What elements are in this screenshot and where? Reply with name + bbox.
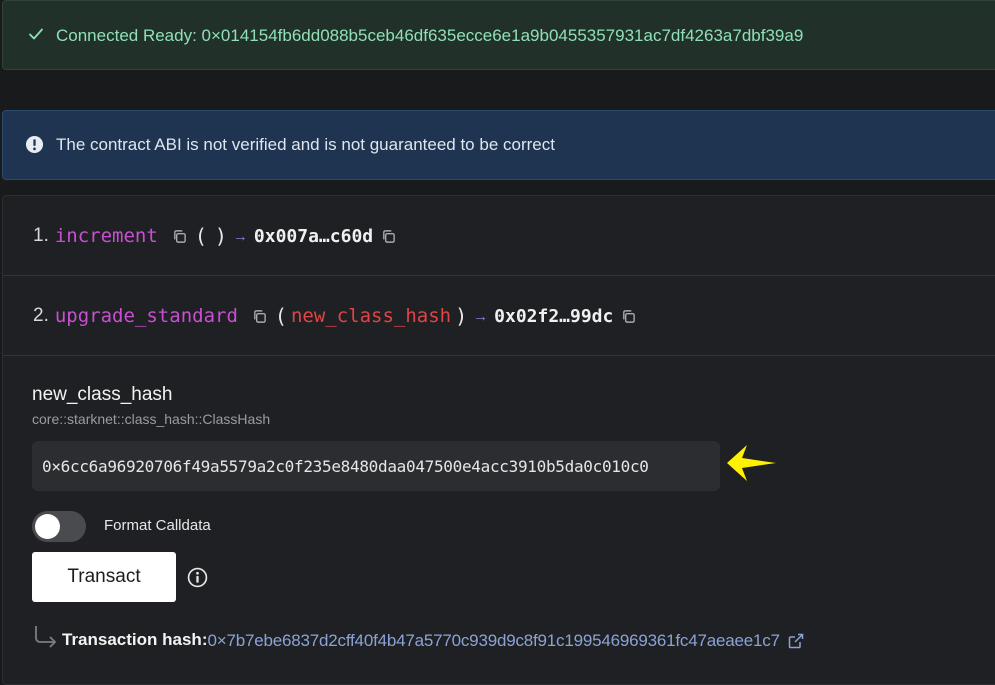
function-row-increment[interactable]: 1. increment ( ) → 0x007a…c60d [3, 196, 995, 276]
transaction-result: Transaction hash: 0×7b7ebe6837d2cff40f4b… [32, 624, 804, 651]
transaction-hash-link[interactable]: 0×7b7ebe6837d2cff40f4b47a5770c939d9c8f91… [207, 631, 780, 651]
param-field-name: new_class_hash [32, 384, 173, 405]
info-icon[interactable] [187, 567, 208, 588]
corner-down-right-icon [35, 626, 57, 648]
exclamation-circle-icon [25, 135, 44, 154]
function-selector: 0x02f2…99dc [494, 305, 614, 327]
abi-warning-text: The contract ABI is not verified and is … [56, 135, 555, 154]
new-class-hash-input[interactable] [32, 441, 720, 491]
function-row-upgrade-standard[interactable]: 2. upgrade_standard ( new_class_hash ) →… [3, 276, 995, 356]
selector-arrow: → [232, 227, 248, 245]
function-params: new_class_hash [290, 305, 452, 327]
function-index: 2. [33, 305, 49, 326]
param-field-type: core::starknet::class_hash::ClassHash [32, 411, 271, 427]
contract-functions-panel: 1. increment ( ) → 0x007a…c60d 2. upgrad… [2, 195, 995, 685]
function-name: upgrade_standard [54, 305, 238, 327]
check-icon [29, 28, 43, 40]
function-name: increment [54, 225, 158, 247]
yellow-arrow-icon [727, 445, 776, 481]
close-paren: ) [214, 224, 227, 248]
selector-arrow: → [473, 307, 489, 325]
transaction-hash-label: Transaction hash: [62, 630, 208, 649]
copy-icon[interactable] [381, 229, 396, 244]
connection-status-text: Connected Ready: 0×014154fb6dd088b5ceb46… [56, 26, 804, 45]
function-selector: 0x007a…c60d [253, 225, 374, 247]
function-index: 1. [33, 225, 49, 246]
toggle-knob [35, 514, 60, 539]
format-calldata-toggle[interactable] [32, 511, 86, 542]
copy-icon[interactable] [172, 229, 187, 244]
abi-warning-alert: The contract ABI is not verified and is … [2, 110, 995, 180]
copy-icon[interactable] [252, 309, 267, 324]
format-calldata-label: Format Calldata [104, 517, 211, 534]
open-paren: ( [274, 304, 287, 328]
open-paren: ( [194, 224, 207, 248]
external-link-icon[interactable] [788, 633, 804, 649]
connection-status-alert: Connected Ready: 0×014154fb6dd088b5ceb46… [2, 0, 995, 70]
close-paren: ) [455, 304, 468, 328]
transact-button[interactable]: Transact [32, 552, 176, 602]
copy-icon[interactable] [621, 309, 636, 324]
